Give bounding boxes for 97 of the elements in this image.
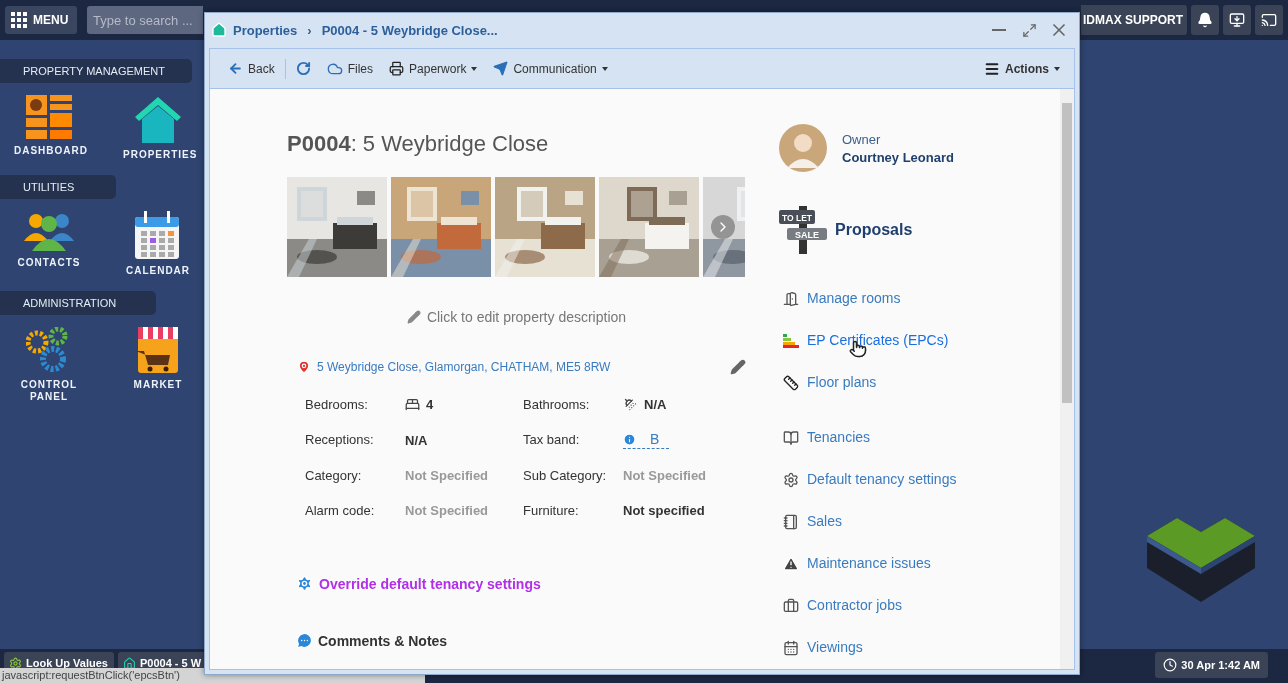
address-link[interactable]: 5 Weybridge Close, Glamorgan, CHATHAM, ME5 8RW — [317, 360, 724, 374]
detail-label: Sub Category: — [523, 467, 608, 484]
search-field[interactable]: Type to search ... — [87, 6, 203, 34]
side-link[interactable]: Floor plans — [779, 372, 877, 393]
property-title: P0004: 5 Weybridge Close — [287, 131, 550, 157]
ruler-icon — [783, 374, 799, 391]
detail-label: Bedrooms: — [305, 396, 369, 413]
calendar-icon — [783, 639, 799, 656]
edit-icon[interactable] — [730, 359, 746, 375]
logo-icon — [1147, 518, 1255, 602]
chat-icon — [296, 632, 313, 649]
detail-value: Not specified — [623, 502, 705, 519]
people-icon — [24, 211, 74, 251]
refresh-icon — [295, 61, 311, 76]
info-icon — [623, 433, 636, 446]
map-pin-icon — [297, 360, 311, 374]
paperwork-button[interactable]: Paperwork — [383, 55, 484, 82]
warning-icon — [783, 555, 799, 572]
notifications-button[interactable] — [1191, 5, 1219, 35]
window-title: P0004 - 5 Weybridge Close... — [321, 22, 498, 38]
house-icon — [211, 22, 227, 38]
back-button[interactable]: Back — [222, 55, 281, 82]
screen-button[interactable] — [1255, 5, 1283, 35]
section-header: UTILITIES — [0, 175, 116, 199]
side-link[interactable]: Manage rooms — [779, 288, 901, 309]
detail-label: Category: — [305, 467, 363, 484]
detail-value: N/A — [644, 396, 667, 413]
breadcrumb-link[interactable]: Properties — [233, 22, 298, 38]
minimize-icon — [992, 29, 1006, 31]
actions-button[interactable]: Actions — [978, 55, 1066, 82]
side-link[interactable]: Tenancies — [779, 427, 871, 448]
pencil-icon — [406, 310, 421, 324]
owner-label: Owner — [842, 131, 882, 147]
detail-value: N/A — [405, 431, 428, 449]
detail-value: 4 — [426, 396, 434, 413]
bell-icon — [1197, 12, 1213, 28]
printer-icon — [389, 61, 405, 76]
app-label[interactable]: CONTROL PANEL — [14, 379, 84, 403]
communication-button[interactable]: Communication — [487, 55, 614, 82]
detail-label: Furniture: — [523, 502, 580, 519]
shop-icon — [136, 327, 180, 373]
clock-button[interactable]: 30 Apr 1:42 AM — [1155, 652, 1268, 678]
paper-plane-icon — [493, 61, 509, 76]
caret-icon — [471, 66, 478, 71]
owner-name[interactable]: Courtney Leonard — [842, 149, 954, 165]
door-icon — [783, 290, 799, 307]
ledger-icon — [783, 513, 799, 530]
section-header: PROPERTY MANAGEMENT — [0, 59, 192, 83]
breadcrumb-separator: › — [306, 22, 313, 38]
support-button[interactable]: IDMAX SUPPORT — [1081, 5, 1187, 35]
detail-value: Not Specified — [405, 467, 489, 484]
bed-icon — [405, 397, 420, 412]
shower-icon — [623, 397, 638, 412]
files-button[interactable]: Files — [320, 55, 380, 82]
energy-rating-icon — [783, 333, 799, 348]
maximize-icon — [1021, 22, 1037, 38]
side-link[interactable]: Default tenancy settings — [779, 469, 957, 490]
scrollbar[interactable] — [1060, 89, 1074, 669]
proposals-heading[interactable]: Proposals — [835, 221, 913, 239]
app-label[interactable]: MARKET — [123, 379, 193, 391]
grid-icon — [11, 12, 27, 28]
scrollbar-thumb[interactable] — [1062, 103, 1072, 403]
caret-icon — [601, 66, 608, 71]
house-icon — [133, 95, 183, 143]
toolbox-icon — [783, 597, 799, 614]
caret-icon — [1054, 66, 1060, 71]
side-link[interactable]: EP Certificates (EPCs) — [779, 330, 949, 351]
menu-button[interactable]: MENU — [5, 6, 77, 34]
download-button[interactable] — [1223, 5, 1251, 35]
app-label[interactable]: CALENDAR — [123, 265, 193, 277]
download-icon — [1229, 12, 1245, 28]
side-link[interactable]: Maintenance issues — [779, 553, 931, 574]
detail-label: Receptions: — [305, 431, 375, 449]
avatar — [779, 124, 827, 172]
side-link[interactable]: Viewings — [779, 637, 863, 658]
override-settings-link[interactable]: Override default tenancy settings — [296, 575, 746, 592]
section-header: ADMINISTRATION — [0, 291, 156, 315]
detail-label: Bathrooms: — [523, 396, 591, 413]
detail-value: Not Specified — [623, 467, 707, 484]
settings-icon — [783, 471, 799, 488]
dashboard-icon — [26, 95, 72, 139]
description-placeholder[interactable]: Click to edit property description — [426, 309, 627, 325]
calendar-icon — [135, 211, 181, 259]
menu-icon — [984, 60, 1000, 77]
clock-icon — [1163, 658, 1178, 672]
detail-label: Tax band: — [523, 431, 581, 449]
app-label[interactable]: CONTACTS — [14, 257, 84, 269]
book-icon — [783, 429, 799, 446]
detail-value: Not Specified — [405, 502, 489, 519]
tax-band-link[interactable]: B — [623, 431, 670, 449]
gear-icon — [296, 575, 313, 592]
comments-heading: Comments & Notes — [296, 632, 746, 649]
detail-label: Alarm code: — [305, 502, 376, 519]
screen-icon — [1261, 12, 1277, 28]
side-link[interactable]: Sales — [779, 511, 843, 532]
house-icon — [123, 657, 136, 670]
side-link[interactable]: Contractor jobs — [779, 595, 902, 616]
